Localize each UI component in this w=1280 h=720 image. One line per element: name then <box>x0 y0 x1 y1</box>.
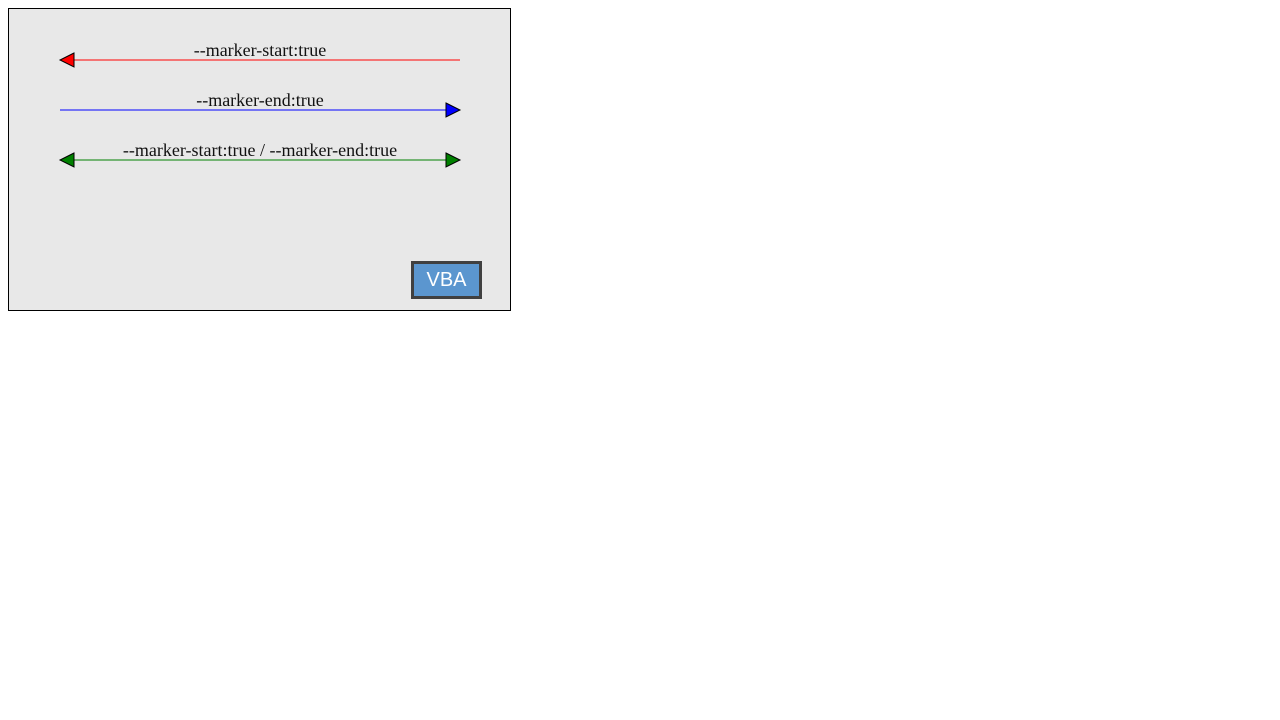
vba-button[interactable]: VBA <box>411 261 482 299</box>
arrowhead-start <box>58 152 75 168</box>
arrow-label: --marker-start:true / --marker-end:true <box>123 140 397 160</box>
arrow-marker-end: --marker-end:true <box>60 90 462 118</box>
arrowhead-end <box>445 152 462 168</box>
arrow-marker-both: --marker-start:true / --marker-end:true <box>58 140 462 168</box>
arrow-label: --marker-start:true <box>194 40 327 60</box>
arrowhead-start <box>58 52 75 68</box>
arrow-marker-start: --marker-start:true <box>58 40 460 68</box>
diagram-panel: --marker-start:true --marker-end:true --… <box>8 8 511 311</box>
arrow-label: --marker-end:true <box>196 90 324 110</box>
arrowhead-end <box>445 102 462 118</box>
